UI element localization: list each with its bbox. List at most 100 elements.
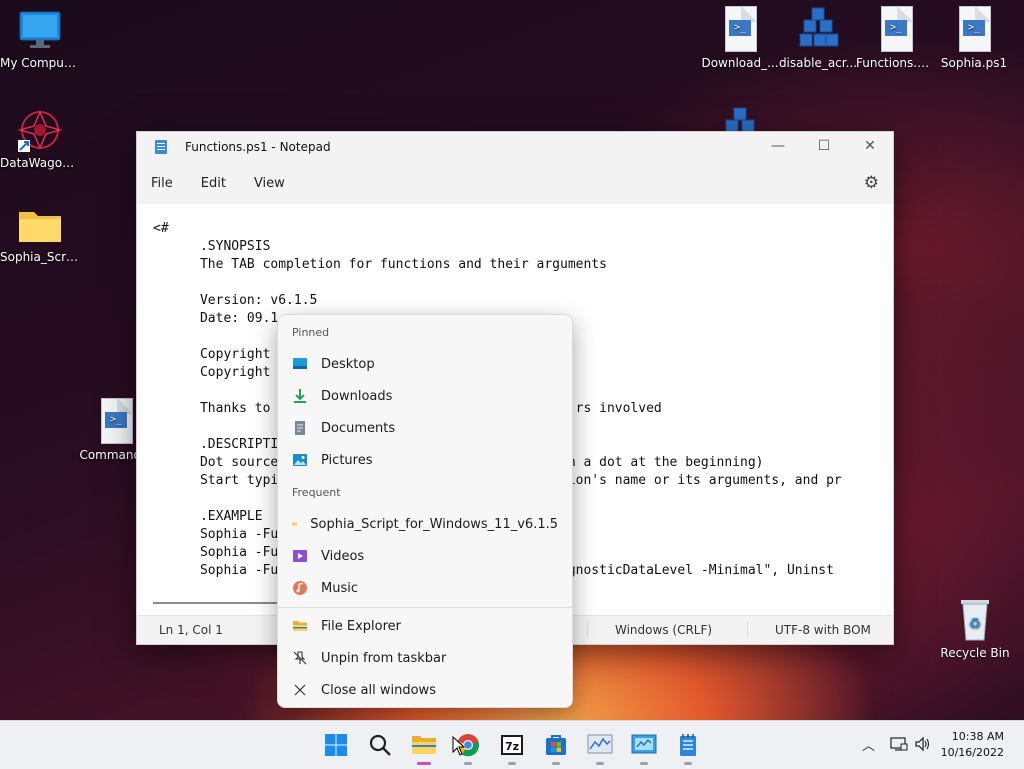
desktop-icon-functions-ps1[interactable]: >_ Functions.ps1 [856, 6, 936, 70]
desktop-icon-disable-acr[interactable]: disable_acr... [778, 6, 858, 70]
desktop-icon-download[interactable]: >_ Download_... [700, 6, 780, 70]
desktop-icon-sophia-ps1[interactable]: >_ Sophia.ps1 [934, 6, 1014, 70]
jumplist-divider [278, 607, 572, 608]
file-explorer-jump-list: Pinned Desktop Downloads Documents Pictu… [277, 314, 573, 708]
title-bar[interactable]: Functions.ps1 - Notepad — ☐ ✕ [137, 132, 893, 162]
jumplist-item-label: Pictures [321, 452, 373, 468]
encoding: UTF-8 with BOM [775, 623, 871, 637]
search-icon [369, 734, 391, 756]
status-divider [747, 622, 748, 638]
desktop-folder-icon [293, 358, 307, 369]
taskbar-control-panel[interactable] [628, 729, 660, 765]
powershell-file-icon: >_ [97, 398, 135, 444]
jumplist-item-label: Unpin from taskbar [321, 650, 447, 666]
resource-monitor-icon [587, 734, 613, 754]
start-button[interactable] [320, 729, 352, 761]
jumplist-item-desktop[interactable]: Desktop [292, 350, 558, 378]
minimize-button[interactable]: — [755, 132, 801, 162]
desktop-icon-recycle-bin[interactable]: ♻ Recycle Bin [935, 596, 1015, 660]
pictures-icon [293, 454, 307, 466]
taskbar-file-explorer[interactable] [408, 729, 440, 765]
frequent-header: Frequent [292, 486, 341, 499]
taskbar-store[interactable] [540, 729, 572, 765]
music-icon [293, 581, 307, 595]
folder-icon [292, 522, 297, 526]
svg-text:♻: ♻ [969, 616, 982, 632]
jumplist-item-sophia-folder[interactable]: Sophia_Script_for_Windows_11_v6.1.5 [292, 510, 558, 538]
clock-date: 10/16/2022 [940, 746, 1004, 759]
jumplist-item-label: Videos [321, 548, 365, 564]
jumplist-item-label: Desktop [321, 356, 375, 372]
close-button[interactable]: ✕ [847, 132, 893, 162]
menu-file[interactable]: File [151, 176, 173, 191]
desktop-icon-label: Sophia_Scri... [0, 250, 80, 264]
7zip-icon: 7z [501, 735, 523, 755]
registry-cubes-icon [799, 7, 839, 47]
volume-icon[interactable] [914, 736, 932, 752]
desktop-icon-my-computer[interactable]: My Computer [0, 8, 80, 70]
running-indicator [596, 762, 604, 765]
menu-edit[interactable]: Edit [201, 176, 226, 191]
notepad-icon [680, 734, 696, 756]
svg-text:7z: 7z [505, 740, 519, 753]
clock-time: 10:38 AM [951, 730, 1004, 743]
network-icon[interactable] [890, 736, 908, 752]
jumplist-item-downloads[interactable]: Downloads [292, 382, 558, 410]
chevron-up-icon[interactable]: ︿ [862, 735, 875, 754]
datawagon-logo-icon [17, 110, 63, 152]
mouse-cursor-icon [452, 736, 466, 756]
jumplist-item-label: Music [321, 580, 358, 596]
line-ending: Windows (CRLF) [615, 623, 713, 637]
notepad-app-icon [155, 140, 167, 154]
powershell-file-icon: >_ [877, 6, 915, 52]
file-explorer-icon [293, 621, 307, 631]
jumplist-item-unpin[interactable]: Unpin from taskbar [292, 644, 558, 672]
desktop-icon-label: My Computer [0, 56, 80, 70]
running-indicator [508, 762, 516, 765]
documents-icon [295, 421, 305, 435]
jumplist-item-close-all[interactable]: Close all windows [292, 676, 558, 704]
running-indicator [640, 762, 648, 765]
desktop-icon-sophia-folder[interactable]: Sophia_Scri... [0, 206, 80, 264]
close-icon [294, 684, 306, 696]
search-button[interactable] [364, 729, 396, 761]
windows-logo-icon [325, 734, 347, 756]
running-indicator [684, 762, 692, 765]
gear-icon[interactable]: ⚙ [864, 173, 879, 193]
desktop-icon-label: disable_acr... [778, 56, 858, 70]
jumplist-item-file-explorer[interactable]: File Explorer [292, 612, 558, 640]
maximize-button[interactable]: ☐ [801, 132, 847, 162]
desktop-icon-label: Sophia.ps1 [940, 56, 1008, 70]
clock[interactable]: 10:38 AM 10/16/2022 [941, 729, 1004, 761]
jumplist-item-label: Documents [321, 420, 396, 436]
window-title: Functions.ps1 - Notepad [185, 140, 331, 154]
taskbar-resource-monitor[interactable] [584, 729, 616, 765]
jumplist-item-documents[interactable]: Documents [292, 414, 558, 442]
desktop-icon-label: Functions.ps1 [856, 56, 936, 70]
jumplist-item-label: Sophia_Script_for_Windows_11_v6.1.5 [310, 516, 558, 532]
jumplist-item-pictures[interactable]: Pictures [292, 446, 558, 474]
jumplist-item-music[interactable]: Music [292, 574, 558, 602]
powershell-file-icon: >_ [955, 6, 993, 52]
desktop-icon-label: Download_... [701, 56, 779, 70]
desktop-icon-datawagon[interactable]: DataWagon... [0, 108, 80, 170]
jumplist-item-videos[interactable]: Videos [292, 542, 558, 570]
store-icon [546, 735, 566, 755]
jumplist-item-label: Close all windows [321, 682, 436, 698]
registry-cubes-icon [725, 107, 755, 132]
taskbar-7zip[interactable]: 7z [496, 729, 528, 765]
jumplist-item-label: File Explorer [321, 618, 402, 634]
recycle-bin-icon: ♻ [961, 600, 989, 641]
cursor-position: Ln 1, Col 1 [159, 623, 223, 637]
desktop-icon-label: DataWagon... [0, 156, 80, 170]
active-indicator [417, 762, 431, 765]
status-divider [587, 622, 588, 638]
menu-view[interactable]: View [254, 176, 285, 191]
taskbar-notepad[interactable] [672, 729, 704, 765]
running-indicator [464, 762, 472, 765]
jumplist-item-label: Downloads [321, 388, 393, 404]
pinned-header: Pinned [292, 326, 330, 339]
unpin-icon [293, 651, 307, 665]
videos-icon [293, 550, 307, 562]
powershell-file-icon: >_ [721, 6, 759, 52]
